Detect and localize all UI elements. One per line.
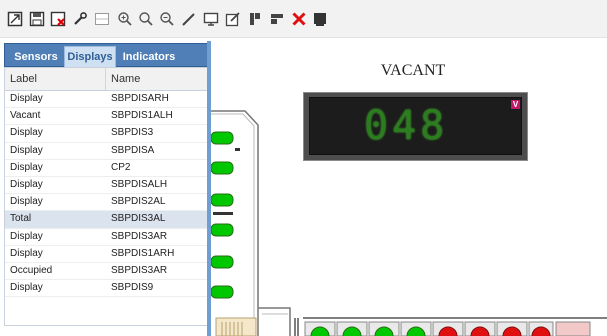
sensor-marker — [213, 212, 233, 215]
cell-label: Display — [10, 144, 43, 156]
table-row[interactable]: Display SBPDIS1ARH — [5, 246, 208, 263]
align-left-icon[interactable] — [246, 10, 263, 27]
display-title: VACANT — [380, 62, 446, 79]
cell-name: SBPDIS3AR — [111, 230, 168, 242]
pen-icon[interactable] — [180, 10, 197, 27]
align-top-icon[interactable] — [268, 10, 285, 27]
zoom-in-icon[interactable] — [116, 10, 133, 27]
table-row[interactable]: Display SBPDISARH — [5, 91, 208, 109]
cell-name: SBPDIS3AL — [111, 213, 166, 225]
cell-label: Vacant — [10, 110, 41, 122]
cell-label: Display — [10, 247, 43, 259]
zoom-out-icon[interactable] — [158, 10, 175, 27]
cell-name: SBPDIS1ALH — [111, 110, 173, 122]
select-icon[interactable] — [6, 10, 23, 27]
displays-panel: Sensors Displays Indicators Label Name D… — [0, 38, 210, 336]
stamp-icon[interactable] — [311, 10, 328, 27]
cell-name: SBPDIS3AR — [111, 264, 168, 276]
cell-name: SBPDISARH — [111, 93, 169, 104]
cell-label: Display — [10, 196, 43, 208]
tab-displays[interactable]: Displays — [64, 46, 116, 68]
sensor-marker — [235, 148, 240, 151]
cell-name: SBPDIS1ARH — [111, 247, 175, 259]
table-row[interactable]: Vacant SBPDIS1ALH — [5, 108, 208, 126]
bay-occupied-zone — [555, 321, 591, 336]
cell-name: CP2 — [111, 161, 131, 173]
delete-file-icon[interactable] — [49, 10, 66, 27]
column-header-name[interactable]: Name — [106, 68, 208, 90]
table-row[interactable]: Display SBPDIS3 — [5, 125, 208, 143]
table-row[interactable]: Display CP2 — [5, 160, 208, 177]
monitor-icon[interactable] — [202, 10, 219, 27]
table-row[interactable]: Display SBPDIS2AL — [5, 194, 208, 212]
cell-label: Display — [10, 230, 43, 242]
cell-name: SBPDIS9 — [111, 282, 154, 294]
displays-table: Label Name Display SBPDISARH Vacant SBPDIS… — [4, 67, 209, 326]
bay-indicator[interactable] — [211, 255, 234, 269]
edit-icon[interactable] — [224, 10, 241, 27]
wrench-icon[interactable] — [71, 10, 88, 27]
tab-sensors[interactable]: Sensors — [10, 47, 62, 67]
cell-label: Display — [10, 282, 43, 294]
save-icon[interactable] — [28, 10, 45, 27]
table-row[interactable]: Display SBPDIS3AR — [5, 229, 208, 246]
cell-name: SBPDIS2AL — [111, 196, 166, 208]
table-row[interactable]: Display SBPDISALH — [5, 177, 208, 195]
bay-indicator[interactable] — [211, 285, 234, 299]
cell-label: Display — [10, 161, 43, 173]
cell-label: Display — [10, 127, 43, 139]
bottom-wall — [258, 307, 291, 336]
bay-indicator[interactable] — [211, 223, 234, 237]
table-row[interactable]: Occupied SBPDIS3AR — [5, 263, 208, 281]
table-row[interactable]: Display SBPDISA — [5, 143, 208, 160]
grid-icon[interactable] — [93, 10, 110, 27]
bay-row-bottom — [304, 321, 591, 336]
column-header-label[interactable]: Label — [5, 68, 106, 90]
bay-indicator[interactable] — [211, 131, 234, 145]
table-row-selected[interactable]: Total SBPDIS3AL — [5, 211, 208, 229]
cell-name: SBPDIS3 — [111, 127, 154, 139]
bay-indicator[interactable] — [211, 161, 234, 175]
cell-label: Total — [10, 213, 32, 225]
cell-name: SBPDISA — [111, 144, 155, 156]
display-badge[interactable]: V — [511, 100, 520, 109]
tab-bar: Sensors Displays Indicators — [4, 43, 209, 68]
table-header: Label Name — [5, 68, 208, 91]
cell-label: Display — [10, 93, 43, 104]
toolbar — [0, 0, 607, 38]
cell-label: Occupied — [10, 264, 53, 276]
cell-name: SBPDISALH — [111, 178, 168, 190]
cell-label: Display — [10, 178, 43, 190]
bay-indicator[interactable] — [211, 193, 234, 207]
tab-indicators[interactable]: Indicators — [118, 47, 180, 67]
table-row[interactable]: Display SBPDIS9 — [5, 280, 208, 298]
zoom-icon[interactable] — [137, 10, 154, 27]
vacancy-count: 048 — [364, 103, 449, 149]
close-icon[interactable] — [290, 10, 307, 27]
floor-plan-canvas[interactable] — [211, 38, 607, 336]
